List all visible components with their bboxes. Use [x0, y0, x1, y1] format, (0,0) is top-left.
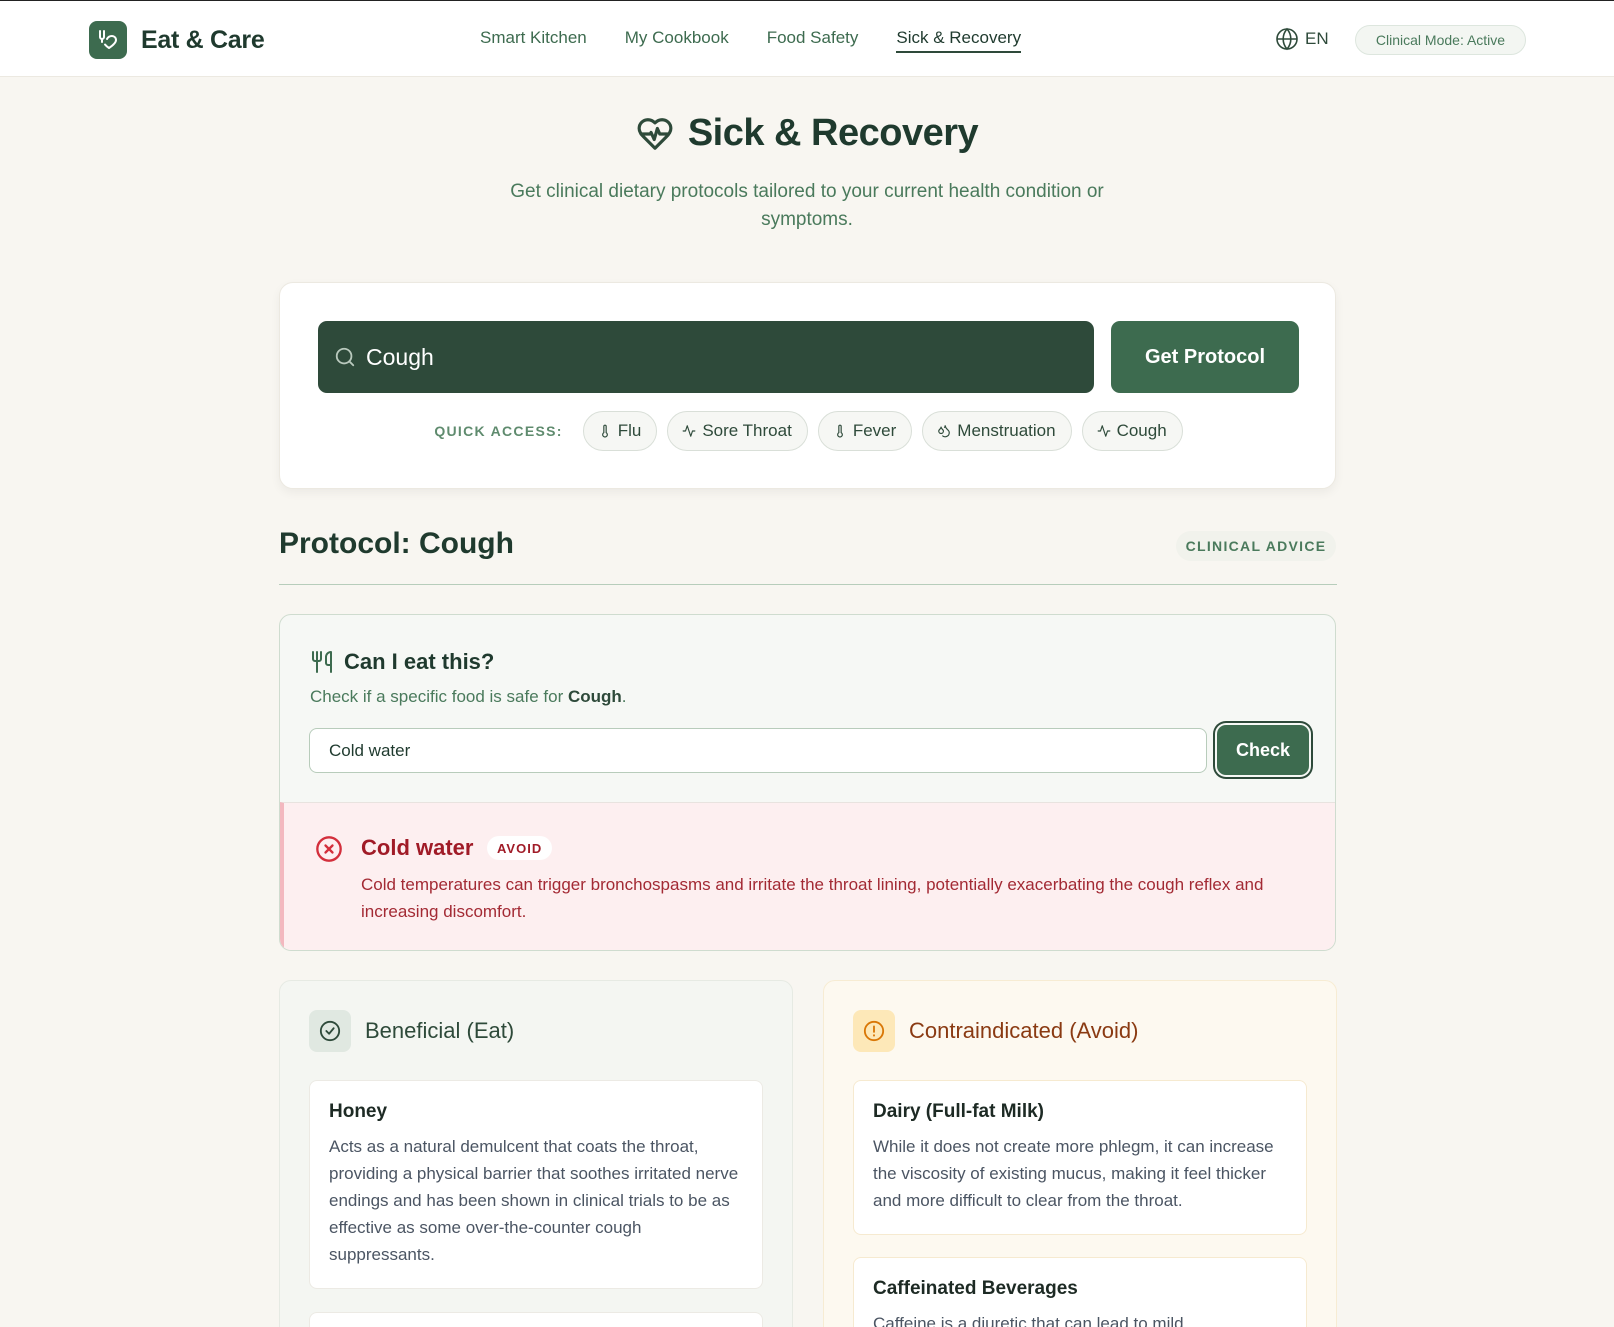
x-circle-icon — [316, 836, 342, 862]
nav-item-smart-kitchen[interactable]: Smart Kitchen — [480, 28, 587, 53]
food-checker-header: Can I eat this? — [310, 649, 494, 675]
clinical-advice-badge: CLINICAL ADVICE — [1176, 531, 1336, 561]
quick-chip-label: Sore Throat — [702, 421, 792, 440]
protocol-title: Protocol: Cough — [279, 527, 514, 560]
beneficial-column: Beneficial (Eat) Honey Acts as a natural… — [279, 980, 793, 1327]
quick-chip-menstruation[interactable]: Menstruation — [922, 411, 1072, 451]
contraindicated-food-card: Dairy (Full-fat Milk) While it does not … — [853, 1080, 1307, 1235]
beneficial-food-card — [309, 1312, 763, 1327]
beneficial-title: Beneficial (Eat) — [365, 1018, 515, 1043]
condition-search-box[interactable] — [318, 321, 1094, 393]
quick-chip-cough[interactable]: Cough — [1081, 411, 1183, 451]
food-name: Caffeinated Beverages — [873, 1278, 1078, 1299]
page-title: Sick & Recovery — [687, 112, 979, 154]
activity-icon — [1097, 425, 1110, 437]
top-navigation-bar: Eat & Care Smart Kitchen My Cookbook Foo… — [0, 0, 1614, 77]
result-food-name: Cold water — [361, 835, 474, 860]
get-protocol-button[interactable]: Get Protocol — [1111, 321, 1299, 393]
contraindicated-header: Contraindicated (Avoid) — [853, 1010, 1139, 1052]
contraindicated-food-card: Caffeinated Beverages Caffeine is a diur… — [853, 1257, 1307, 1327]
thermometer-icon — [601, 424, 608, 438]
food-explanation: Caffeine is a diuretic that can lead to … — [873, 1314, 1184, 1327]
page-header: Sick & Recovery — [0, 112, 1614, 155]
utensils-icon — [312, 651, 332, 673]
check-circle-icon — [309, 1010, 351, 1052]
result-explanation: Cold temperatures can trigger bronchospa… — [361, 875, 1264, 921]
food-explanation: While it does not create more phlegm, it… — [873, 1137, 1274, 1210]
brand[interactable]: Eat & Care — [89, 21, 265, 59]
result-verdict-badge: AVOID — [487, 836, 553, 860]
condition-search-input[interactable] — [366, 343, 1066, 371]
activity-icon — [682, 425, 696, 437]
check-button[interactable]: Check — [1217, 725, 1309, 775]
food-checker-description: Check if a specific food is safe for Cou… — [310, 687, 627, 706]
food-name: Dairy (Full-fat Milk) — [873, 1101, 1045, 1122]
quick-chip-label: Cough — [1116, 421, 1167, 440]
quick-access-label: QUICK ACCESS: — [434, 423, 563, 439]
droplets-icon — [938, 425, 951, 438]
quick-chip-label: Flu — [617, 421, 642, 440]
nav-item-food-safety[interactable]: Food Safety — [767, 28, 859, 53]
quick-chip-fever[interactable]: Fever — [817, 411, 913, 451]
food-checker-title: Can I eat this? — [344, 649, 495, 674]
language-switcher[interactable]: EN — [1275, 27, 1329, 51]
page-subtitle: Get clinical dietary protocols tailored … — [510, 181, 1104, 230]
heart-pulse-icon — [637, 117, 673, 150]
food-explanation: Acts as a natural demulcent that coats t… — [329, 1137, 739, 1264]
nav-item-my-cookbook[interactable]: My Cookbook — [625, 28, 729, 53]
globe-icon — [1276, 27, 1298, 51]
section-divider — [279, 584, 1337, 585]
quick-chip-label: Fever — [852, 421, 897, 440]
brand-name: Eat & Care — [141, 25, 265, 54]
quick-chip-sore-throat[interactable]: Sore Throat — [667, 411, 808, 451]
quick-chip-label: Menstruation — [957, 421, 1056, 440]
main-nav: Smart Kitchen My Cookbook Food Safety Si… — [480, 28, 1022, 53]
food-check-result: Cold water AVOID Cold temperatures can t… — [280, 802, 1335, 950]
condition-name: Cough — [567, 687, 622, 706]
nav-item-sick-recovery[interactable]: Sick & Recovery — [896, 28, 1022, 53]
alert-circle-icon — [853, 1010, 895, 1052]
search-icon — [335, 347, 355, 367]
quick-access-row: QUICK ACCESS: Flu Sore Throat Fever Mens… — [280, 411, 1337, 451]
quick-chip-flu[interactable]: Flu — [582, 411, 658, 451]
clinical-mode-badge: Clinical Mode: Active — [1355, 25, 1526, 55]
food-checker-card: Can I eat this? Check if a specific food… — [279, 614, 1336, 951]
language-code: EN — [1305, 29, 1329, 48]
contraindicated-column: Contraindicated (Avoid) Dairy (Full-fat … — [823, 980, 1337, 1327]
food-check-input[interactable] — [309, 728, 1207, 773]
contraindicated-title: Contraindicated (Avoid) — [909, 1018, 1139, 1043]
beneficial-header: Beneficial (Eat) — [309, 1010, 514, 1052]
food-name: Honey — [329, 1101, 388, 1122]
beneficial-food-card: Honey Acts as a natural demulcent that c… — [309, 1080, 763, 1289]
brand-logo-icon — [89, 21, 127, 59]
condition-search-card: Get Protocol QUICK ACCESS: Flu Sore Thro… — [279, 282, 1336, 489]
thermometer-icon — [836, 424, 843, 438]
